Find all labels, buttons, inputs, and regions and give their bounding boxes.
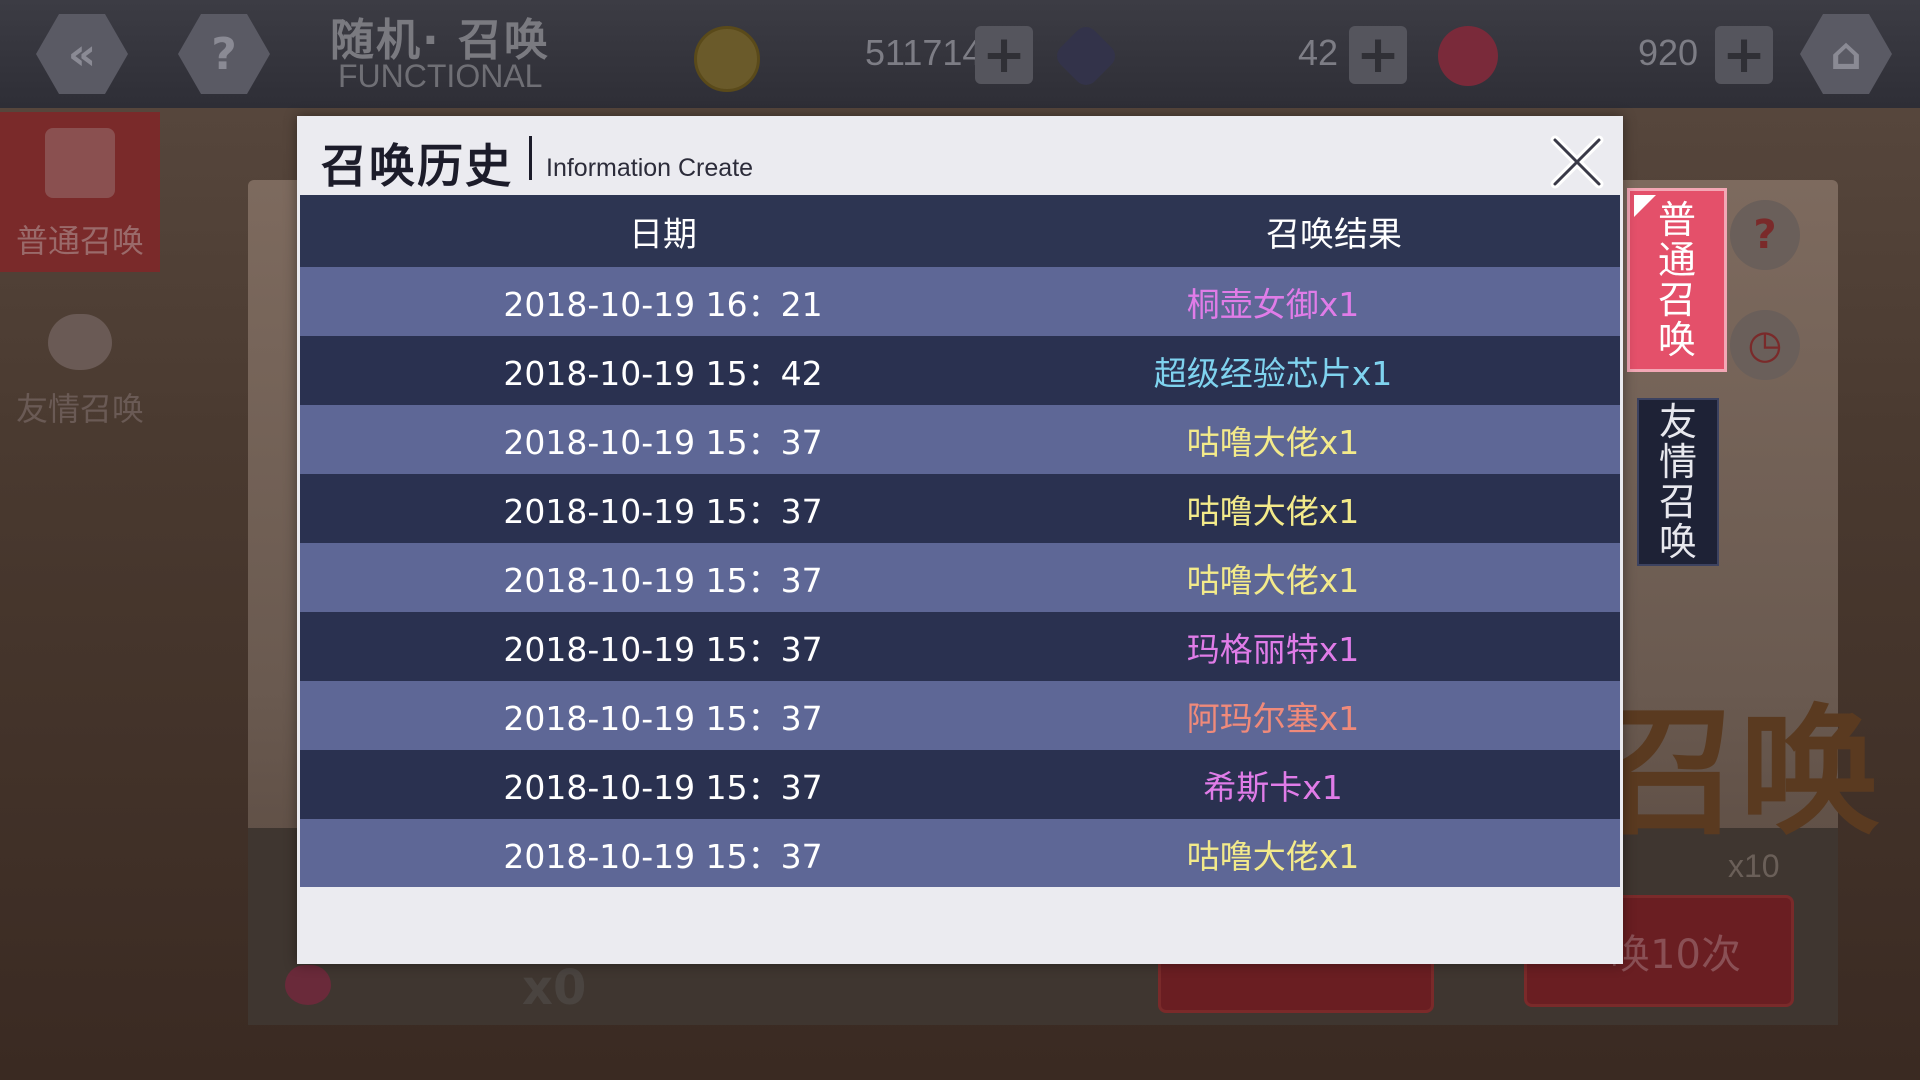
row-result: 咕噜大佬x1	[1186, 491, 1360, 531]
dialog-header: 召唤历史 Information Create	[297, 116, 1623, 194]
history-button[interactable]: ◷	[1730, 310, 1800, 380]
plus-icon: +	[982, 25, 1026, 85]
home-icon: ⌂	[1830, 28, 1862, 80]
coin-icon	[694, 26, 760, 92]
table-header: 日期 召唤结果	[300, 195, 1620, 267]
left-tab-friend-label: 友情召唤	[15, 390, 144, 428]
back-button[interactable]: «	[36, 14, 128, 94]
row-date: 2018-10-19 15：37	[503, 836, 823, 876]
row-date: 2018-10-19 15：37	[503, 767, 823, 807]
coin-count: 511714	[865, 32, 983, 73]
panel-help-button[interactable]: ?	[1730, 200, 1800, 270]
add-coins-button[interactable]: +	[975, 25, 1033, 85]
tab-normal-char: 普	[1657, 198, 1696, 242]
table-row: 2018-10-19 15：37 咕噜大佬x1	[300, 819, 1620, 887]
back-arrow-icon: «	[67, 28, 97, 80]
header-result: 召唤结果	[1266, 214, 1402, 255]
tab-friend-char: 召	[1658, 480, 1697, 524]
title-divider	[529, 136, 532, 180]
tab-normal-summon[interactable]: 普 通 召 唤	[1627, 188, 1727, 372]
row-result: 阿玛尔塞x1	[1186, 698, 1360, 738]
table-row: 2018-10-19 16：21 桐壶女御x1	[300, 267, 1620, 336]
tab-normal-char: 召	[1657, 278, 1696, 322]
heart-icon	[285, 965, 331, 1005]
left-tab-friend-summon[interactable]: 友情召唤	[0, 290, 160, 430]
dialog-title: 召唤历史	[321, 139, 513, 193]
tab-friend-char: 友	[1658, 400, 1697, 444]
table-row: 2018-10-19 15：37 咕噜大佬x1	[300, 405, 1620, 474]
row-date: 2018-10-19 15：37	[503, 560, 823, 600]
plus-icon: +	[1722, 25, 1766, 85]
row-date: 2018-10-19 15：37	[503, 629, 823, 669]
table-row: 2018-10-19 15：42 超级经验芯片x1	[300, 336, 1620, 405]
row-result: 希斯卡x1	[1203, 767, 1343, 807]
tab-friend-char: 唤	[1658, 520, 1697, 564]
add-hearts-button[interactable]: +	[1715, 25, 1773, 85]
row-result: 咕噜大佬x1	[1186, 422, 1360, 462]
top-bar: « ? 随机· 召唤 FUNCTIONAL 511714 + 42 + 920 …	[0, 0, 1920, 108]
history-rows[interactable]: 2018-10-19 16：21 桐壶女御x1 2018-10-19 15：42 超级…	[300, 267, 1620, 887]
home-button[interactable]: ⌂	[1800, 14, 1892, 94]
tab-normal-char: 唤	[1657, 318, 1696, 362]
tab-normal-char: 通	[1657, 238, 1696, 282]
add-gems-button[interactable]: +	[1349, 25, 1407, 85]
close-icon	[1550, 135, 1604, 189]
gem-icon	[1052, 22, 1120, 90]
summon-banner-text: 召唤	[1600, 692, 1881, 855]
tab-friend-summon[interactable]: 友 情 召 唤	[1637, 398, 1719, 566]
question-icon: ?	[1753, 212, 1777, 258]
table-row: 2018-10-19 15：37 咕噜大佬x1	[300, 474, 1620, 543]
screen-subtitle: FUNCTIONAL	[338, 58, 543, 94]
heart-icon	[48, 314, 112, 370]
row-result: 玛格丽特x1	[1186, 629, 1360, 669]
row-date: 2018-10-19 15：37	[503, 698, 823, 738]
summon-history-dialog: 召唤历史 Information Create 日期 召唤结果 2018-10-…	[297, 116, 1623, 964]
row-date: 2018-10-19 15：42	[503, 353, 823, 393]
summon10-cost: x10	[1728, 848, 1780, 884]
row-result: 超级经验芯片x1	[1153, 353, 1393, 393]
table-row: 2018-10-19 15：37 希斯卡x1	[300, 750, 1620, 819]
summon-ten-label: 唤10次	[1610, 932, 1741, 978]
ticket-count: x0	[522, 960, 587, 1016]
row-date: 2018-10-19 15：37	[503, 491, 823, 531]
row-result: 咕噜大佬x1	[1186, 836, 1360, 876]
plus-icon: +	[1356, 25, 1400, 85]
row-result: 桐壶女御x1	[1186, 284, 1360, 324]
dialog-subtitle: Information Create	[546, 154, 754, 182]
question-icon: ?	[211, 28, 237, 80]
row-date: 2018-10-19 16：21	[503, 284, 823, 324]
row-result: 咕噜大佬x1	[1186, 560, 1360, 600]
tab-friend-char: 情	[1658, 440, 1697, 484]
card-stack-icon	[45, 128, 115, 198]
row-date: 2018-10-19 15：37	[503, 422, 823, 462]
help-button[interactable]: ?	[178, 14, 270, 94]
close-button[interactable]	[1549, 134, 1605, 190]
heart-icon	[1438, 26, 1498, 86]
gem-count: 42	[1298, 32, 1339, 73]
left-tab-normal-label: 普通召唤	[15, 222, 144, 260]
table-row: 2018-10-19 15：37 玛格丽特x1	[300, 612, 1620, 681]
history-table: 日期 召唤结果 2018-10-19 16：21 桐壶女御x1 2018-10-19…	[300, 195, 1620, 887]
heart-count: 920	[1638, 32, 1699, 73]
table-row: 2018-10-19 15：37 阿玛尔塞x1	[300, 681, 1620, 750]
left-tab-normal-summon[interactable]: 普通召唤	[0, 112, 160, 272]
table-row: 2018-10-19 15：37 咕噜大佬x1	[300, 543, 1620, 612]
clock-icon: ◷	[1747, 322, 1783, 368]
header-date: 日期	[629, 214, 697, 255]
